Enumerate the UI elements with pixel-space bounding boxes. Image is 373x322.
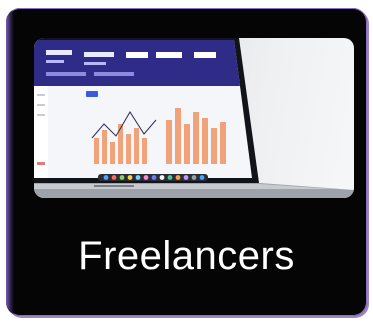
freelancers-card[interactable]: Freelancers [6, 8, 367, 316]
laptop-dashboard-image [34, 38, 354, 198]
card-title: Freelancers [78, 234, 295, 278]
